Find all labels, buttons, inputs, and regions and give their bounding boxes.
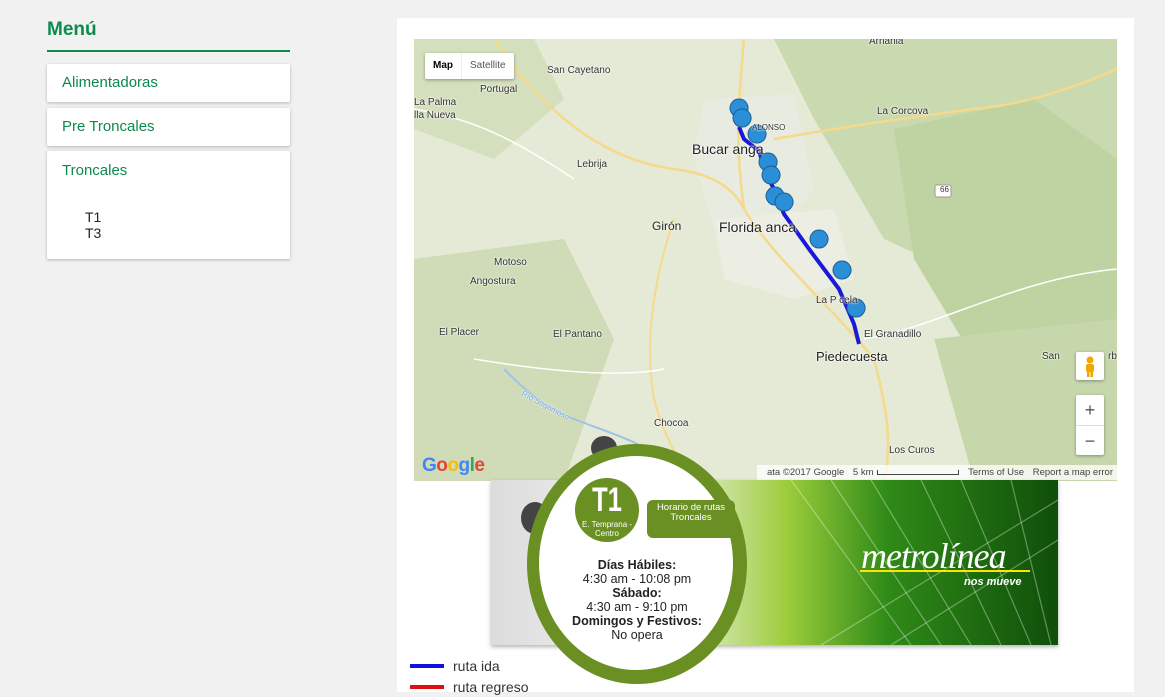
map-attribution: ata ©2017 Google 5 km Terms of Use Repor… bbox=[756, 465, 1117, 480]
place-label: Los Curos bbox=[889, 445, 935, 456]
place-label: lla Nueva bbox=[414, 110, 456, 121]
pegman-icon bbox=[1086, 356, 1094, 377]
place-label: ALONSO bbox=[752, 123, 786, 132]
map-type-satellite-button[interactable]: Satellite bbox=[461, 53, 514, 79]
place-label: Bucar anga bbox=[692, 141, 764, 157]
schedule-heading: Días Hábiles: bbox=[597, 558, 677, 572]
map-data-credit: ata ©2017 Google bbox=[766, 467, 845, 478]
sidebar-menu: Menú Alimentadoras Pre Troncales Troncal… bbox=[47, 15, 290, 259]
schedule-value: No opera bbox=[611, 628, 663, 642]
map-scale-label: 5 km bbox=[852, 467, 874, 478]
place-label: Portugal bbox=[480, 84, 518, 95]
street-view-pegman-button[interactable] bbox=[1076, 352, 1104, 380]
route-legend: ruta ida ruta regreso bbox=[410, 655, 528, 697]
map-type-map-button[interactable]: Map bbox=[425, 53, 461, 79]
place-label: Lebrija bbox=[577, 159, 608, 170]
schedule-list: Días Hábiles: 4:30 am - 10:08 pm Sábado:… bbox=[567, 558, 707, 642]
menu-item-label[interactable]: Alimentadoras bbox=[47, 64, 290, 102]
brand-tagline: nos mueve bbox=[964, 576, 1022, 588]
legend-label: ruta regreso bbox=[453, 678, 529, 695]
route-code-circle: T1 E. Temprana - Centro bbox=[575, 478, 639, 542]
road-shield-label: 66 bbox=[940, 185, 949, 194]
place-label: La P cela bbox=[816, 295, 858, 306]
submenu-item-t3[interactable]: T3 bbox=[47, 225, 290, 241]
menu-item-alimentadoras[interactable]: Alimentadoras bbox=[47, 64, 290, 102]
troncales-submenu: T1 T3 bbox=[47, 191, 290, 241]
place-label: Girón bbox=[652, 219, 682, 233]
legend-label: ruta ida bbox=[453, 657, 500, 674]
place-label: El Pantano bbox=[553, 329, 602, 340]
legend-swatch-regreso bbox=[410, 684, 444, 689]
place-label: Florida anca bbox=[719, 219, 797, 235]
google-logo: Google bbox=[422, 455, 485, 476]
route-schedule-badge: T1 E. Temprana - Centro Horario de rutas… bbox=[521, 436, 751, 688]
menu-title: Menú bbox=[47, 15, 290, 52]
place-label: El Granadillo bbox=[864, 329, 922, 340]
route-subtitle: E. Temprana - Centro bbox=[581, 520, 633, 538]
zoom-out-button[interactable]: − bbox=[1076, 426, 1104, 456]
route-code: T1 bbox=[592, 481, 622, 519]
place-label: La Corcova bbox=[877, 106, 929, 117]
terms-link[interactable]: Terms of Use bbox=[968, 467, 1024, 478]
menu-item-label[interactable]: Troncales bbox=[47, 151, 290, 191]
place-label: La Palma bbox=[414, 97, 457, 108]
legend-item: ruta regreso bbox=[410, 676, 528, 697]
schedule-value: 4:30 am - 10:08 pm bbox=[582, 572, 692, 586]
place-label: rb bbox=[1108, 351, 1117, 362]
place-label: El Placer bbox=[439, 327, 480, 338]
menu-item-label[interactable]: Pre Troncales bbox=[47, 108, 290, 146]
report-map-error-link[interactable]: Report a map error bbox=[1033, 467, 1113, 478]
legend-item: ruta ida bbox=[410, 655, 528, 676]
menu-item-troncales: Troncales T1 T3 bbox=[47, 151, 290, 259]
map-type-control: Map Satellite bbox=[425, 53, 514, 79]
zoom-control: + − bbox=[1076, 395, 1104, 455]
place-label: Chocoa bbox=[654, 418, 689, 429]
schedule-heading: Domingos y Festivos: bbox=[572, 614, 702, 628]
place-label: Angostura bbox=[470, 276, 516, 287]
place-label: San Cayetano bbox=[547, 65, 611, 76]
brand-underline bbox=[860, 570, 1030, 572]
place-label: San bbox=[1042, 351, 1060, 362]
map-scale-bar bbox=[877, 469, 960, 475]
schedule-value: 4:30 am - 9:10 pm bbox=[586, 600, 688, 614]
submenu-item-t1[interactable]: T1 bbox=[47, 209, 290, 225]
place-label: Motoso bbox=[494, 257, 527, 268]
schedule-heading: Sábado: bbox=[612, 586, 662, 600]
legend-swatch-ida bbox=[410, 663, 444, 668]
schedule-pill: Horario de rutas Troncales bbox=[647, 500, 735, 538]
menu-item-pre-troncales[interactable]: Pre Troncales bbox=[47, 108, 290, 146]
place-label: Piedecuesta bbox=[816, 349, 888, 364]
place-label: Arnania bbox=[869, 39, 904, 47]
zoom-in-button[interactable]: + bbox=[1076, 395, 1104, 426]
route-map[interactable]: Map Satellite Arnania San Cayetano Portu… bbox=[414, 39, 1117, 481]
